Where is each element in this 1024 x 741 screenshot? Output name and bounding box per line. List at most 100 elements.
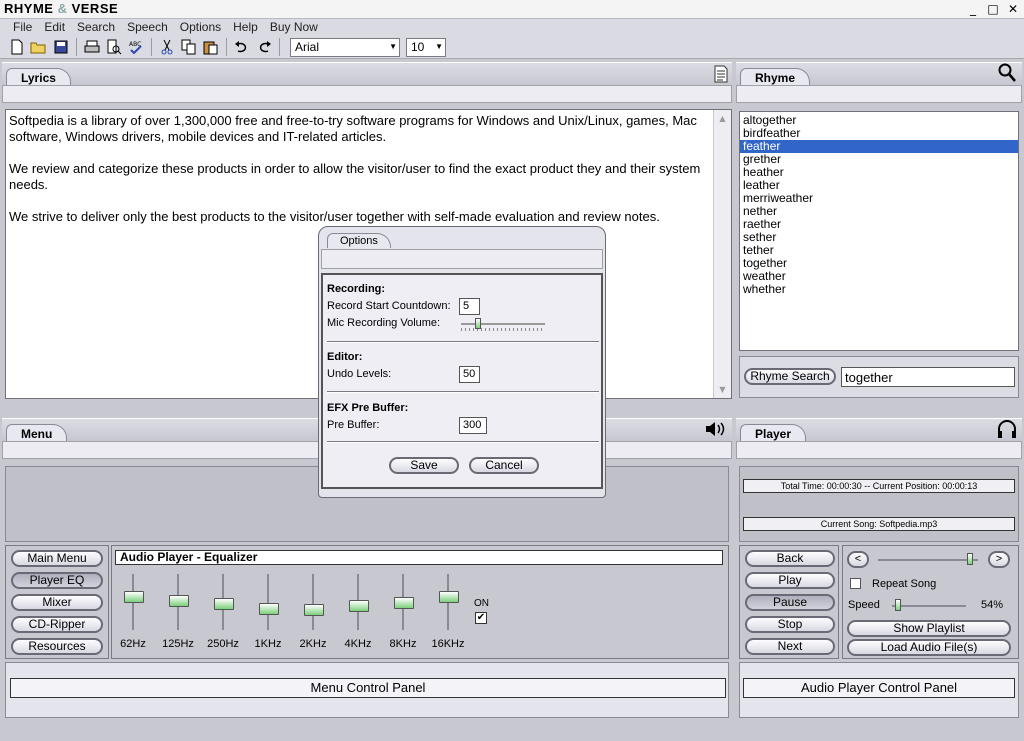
pause-button[interactable]: Pause: [745, 594, 835, 611]
eq-slider-handle[interactable]: [169, 594, 189, 607]
close-button[interactable]: ✕: [1006, 2, 1020, 16]
efx-header: EFX Pre Buffer:: [327, 402, 409, 414]
copy-icon[interactable]: [178, 37, 200, 57]
print-icon[interactable]: [81, 37, 103, 57]
undo-icon[interactable]: [231, 37, 253, 57]
countdown-input[interactable]: 5: [459, 298, 480, 315]
prebuffer-label: Pre Buffer:: [327, 419, 380, 431]
resources-button[interactable]: Resources: [11, 638, 103, 655]
app-title-part2: VERSE: [71, 1, 119, 16]
toolbar-separator: [151, 38, 152, 56]
font-select[interactable]: Arial ▼: [290, 37, 400, 57]
back-button[interactable]: Back: [745, 550, 835, 567]
rhyme-word[interactable]: whether: [740, 283, 1018, 296]
scroll-down-icon[interactable]: ▼: [714, 385, 731, 394]
lyrics-scrollbar[interactable]: ▲ ▼: [713, 110, 731, 398]
eq-slider-handle[interactable]: [304, 604, 324, 616]
position-slider-handle[interactable]: [967, 553, 974, 565]
play-button[interactable]: Play: [745, 572, 835, 589]
eq-slider-handle[interactable]: [214, 598, 234, 610]
font-select-value: Arial: [295, 39, 320, 54]
font-size-select[interactable]: 10 ▼: [406, 37, 446, 57]
rhyme-tabstrip: Rhyme: [736, 62, 1022, 87]
paste-icon[interactable]: [200, 37, 222, 57]
minimize-button[interactable]: _: [966, 2, 980, 16]
save-button[interactable]: Save: [389, 457, 459, 474]
undo-levels-label: Undo Levels:: [327, 368, 392, 380]
eq-slider-handle[interactable]: [439, 590, 459, 603]
headphones-icon[interactable]: [996, 419, 1018, 442]
cut-icon[interactable]: [156, 37, 178, 57]
rhyme-search-button[interactable]: Rhyme Search: [744, 368, 836, 385]
cancel-button[interactable]: Cancel: [469, 457, 539, 474]
rhyme-search-input[interactable]: together: [841, 367, 1015, 387]
open-folder-icon[interactable]: [28, 37, 50, 57]
redo-icon[interactable]: [253, 37, 275, 57]
menu-file[interactable]: File: [12, 19, 33, 36]
eq-slider-handle[interactable]: [349, 599, 369, 612]
print-preview-icon[interactable]: [103, 37, 125, 57]
player-display: Total Time: 00:00:30 -- Current Position…: [739, 466, 1019, 542]
rhyme-list[interactable]: altogether birdfeather feather grether heath…: [739, 111, 1019, 351]
position-slider-track[interactable]: [878, 559, 978, 561]
lyrics-paragraph: We strive to deliver only the best produ…: [9, 209, 660, 224]
speed-value: 54%: [981, 599, 1004, 611]
eq-on-checkbox[interactable]: ✔: [475, 612, 487, 624]
rhyme-word[interactable]: sether: [740, 231, 1018, 244]
menu-edit[interactable]: Edit: [43, 19, 66, 36]
main-menu-button[interactable]: Main Menu: [11, 550, 103, 567]
scroll-up-icon[interactable]: ▲: [714, 114, 731, 123]
eq-band: 1KHz: [248, 568, 288, 650]
menu-options[interactable]: Options: [179, 19, 222, 36]
toolbar-separator: [226, 38, 227, 56]
speed-slider-track[interactable]: [892, 605, 966, 607]
stop-button[interactable]: Stop: [745, 616, 835, 633]
eq-band-label: 2KHz: [299, 638, 327, 650]
mic-volume-ticks: [461, 328, 545, 331]
speed-label: Speed: [848, 599, 880, 611]
prev-track-button[interactable]: <: [847, 551, 869, 568]
eq-slider-handle[interactable]: [259, 603, 279, 615]
rhyme-word[interactable]: nether: [740, 205, 1018, 218]
mic-volume-handle[interactable]: [475, 318, 482, 329]
next-button[interactable]: Next: [745, 638, 835, 655]
menu-search[interactable]: Search: [76, 19, 116, 36]
eq-slider-handle[interactable]: [124, 590, 144, 603]
spell-check-icon[interactable]: ABC: [125, 37, 147, 57]
rhyme-word[interactable]: raether: [740, 218, 1018, 231]
prebuffer-input[interactable]: 300: [459, 417, 487, 434]
search-icon[interactable]: [998, 63, 1016, 86]
eq-slider-track[interactable]: [267, 574, 269, 630]
undo-levels-input[interactable]: 50: [459, 366, 480, 383]
rhyme-word[interactable]: merriweather: [740, 192, 1018, 205]
speed-slider-handle[interactable]: [895, 599, 902, 611]
repeat-song-checkbox[interactable]: [850, 578, 861, 589]
rhyme-word[interactable]: birdfeather: [740, 127, 1018, 140]
document-icon[interactable]: [714, 65, 728, 86]
eq-slider-track[interactable]: [312, 574, 314, 630]
title-bar: RHYME & VERSE _ □ ✕: [0, 0, 1024, 19]
menu-buy-now[interactable]: Buy Now: [269, 19, 319, 36]
eq-slider-handle[interactable]: [394, 596, 414, 609]
menu-help[interactable]: Help: [232, 19, 259, 36]
eq-band-label: 4KHz: [344, 638, 372, 650]
speaker-icon[interactable]: [704, 419, 726, 442]
player-eq-button[interactable]: Player EQ: [11, 572, 103, 589]
player-time-status: Total Time: 00:00:30 -- Current Position…: [743, 479, 1015, 493]
section-divider: [327, 341, 599, 343]
mixer-button[interactable]: Mixer: [11, 594, 103, 611]
show-playlist-button[interactable]: Show Playlist: [847, 620, 1011, 637]
new-file-icon[interactable]: [6, 37, 28, 57]
maximize-button[interactable]: □: [986, 2, 1000, 16]
save-icon[interactable]: [50, 37, 72, 57]
rhyme-word[interactable]: feather: [740, 140, 1018, 153]
rhyme-word[interactable]: heather: [740, 166, 1018, 179]
load-audio-button[interactable]: Load Audio File(s): [847, 639, 1011, 656]
mic-volume-track[interactable]: [461, 323, 545, 325]
cd-ripper-button[interactable]: CD-Ripper: [11, 616, 103, 633]
player-control-area: Audio Player Control Panel: [739, 662, 1019, 718]
next-track-button[interactable]: >: [988, 551, 1010, 568]
section-divider: [327, 391, 599, 393]
menu-speech[interactable]: Speech: [126, 19, 169, 36]
tab-options[interactable]: Options: [327, 233, 391, 248]
